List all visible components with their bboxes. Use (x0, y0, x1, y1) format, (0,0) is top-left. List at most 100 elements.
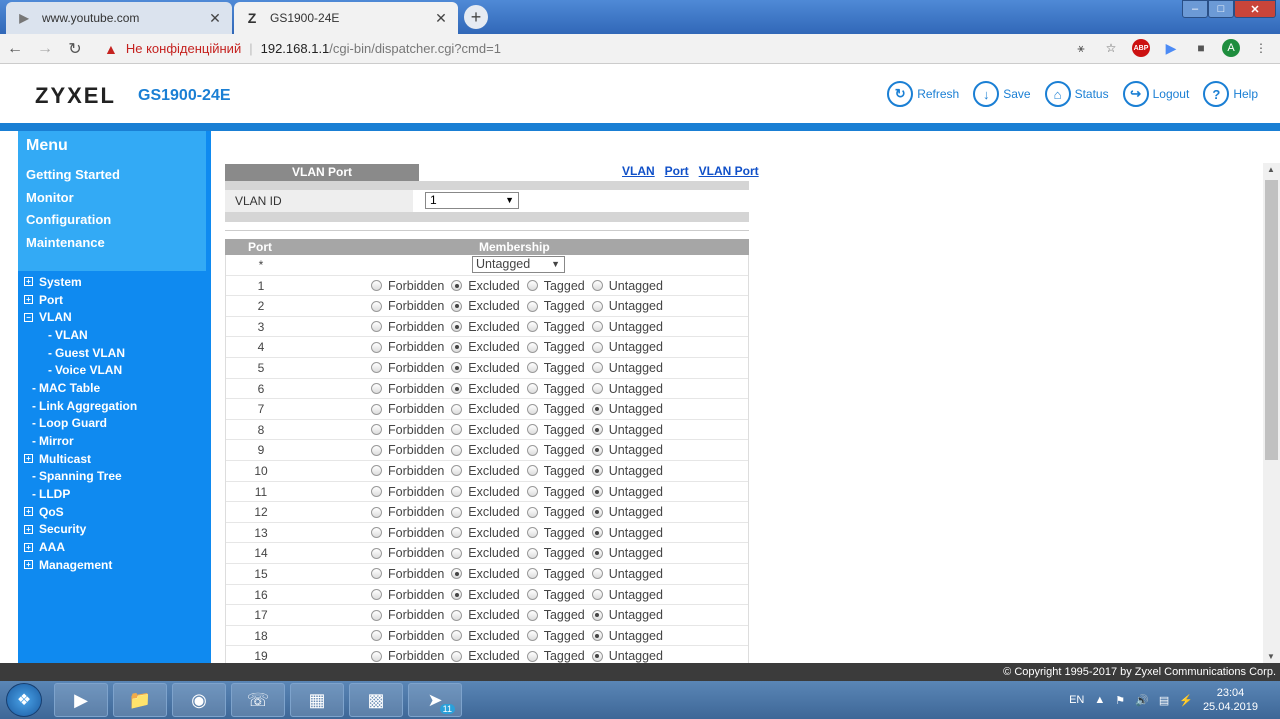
radio-untagged[interactable] (591, 630, 603, 642)
option-tagged[interactable]: Tagged (526, 423, 585, 437)
help-button[interactable]: ? Help (1203, 81, 1258, 107)
sidebar-item-guest-vlan[interactable]: - Guest VLAN (24, 344, 206, 362)
radio-forbidden[interactable] (371, 444, 382, 456)
option-tagged[interactable]: Tagged (526, 402, 585, 416)
scroll-down-icon[interactable]: ▼ (1267, 652, 1275, 661)
sidebar-item-vlan[interactable]: − VLAN (24, 308, 206, 326)
url-field[interactable]: 192.168.1.1/cgi-bin/dispatcher.cgi?cmd=1 (261, 41, 501, 56)
key-icon[interactable]: ⚹ (1072, 39, 1090, 57)
radio-untagged[interactable] (591, 341, 603, 353)
radio-tagged[interactable] (526, 403, 538, 415)
security-warning[interactable]: ▲ Не конфіденційний (104, 41, 241, 57)
clock[interactable]: 23:04 25.04.2019 (1203, 686, 1258, 714)
media-player-icon[interactable]: ▶ (54, 683, 108, 717)
maximize-button[interactable]: □ (1208, 0, 1234, 18)
option-excluded[interactable]: Excluded (451, 361, 520, 375)
option-excluded[interactable]: Excluded (451, 340, 520, 354)
radio-untagged[interactable] (591, 403, 603, 415)
status-button[interactable]: ⌂ Status (1044, 81, 1109, 107)
radio-forbidden[interactable] (371, 486, 382, 498)
radio-untagged[interactable] (591, 424, 603, 436)
radio-untagged[interactable] (591, 321, 603, 333)
option-tagged[interactable]: Tagged (526, 361, 585, 375)
membership-all-select[interactable]: Untagged ▼ (472, 256, 565, 273)
radio-forbidden[interactable] (371, 403, 382, 415)
reload-icon[interactable]: ↻ (60, 39, 90, 59)
tab-vlan-port[interactable]: VLAN Port (225, 164, 419, 181)
radio-forbidden[interactable] (371, 383, 382, 395)
forward-icon[interactable]: → (30, 40, 60, 58)
radio-tagged[interactable] (526, 486, 538, 498)
menu-getting-started[interactable]: Getting Started (26, 167, 120, 182)
radio-tagged[interactable] (526, 589, 538, 600)
radio-tagged[interactable] (526, 424, 538, 436)
profile-avatar[interactable]: A (1222, 39, 1240, 57)
adblock-icon[interactable]: ABP (1132, 39, 1150, 57)
link-port[interactable]: Port (665, 164, 689, 178)
radio-excluded[interactable] (451, 362, 463, 374)
option-untagged[interactable]: Untagged (591, 567, 663, 581)
option-untagged[interactable]: Untagged (591, 629, 663, 643)
option-tagged[interactable]: Tagged (526, 505, 585, 519)
option-forbidden[interactable]: Forbidden (371, 588, 444, 602)
menu-maintenance[interactable]: Maintenance (26, 235, 105, 250)
option-excluded[interactable]: Excluded (451, 567, 520, 581)
radio-tagged[interactable] (526, 362, 538, 374)
back-icon[interactable]: ← (0, 40, 30, 58)
radio-untagged[interactable] (591, 465, 603, 477)
option-untagged[interactable]: Untagged (591, 299, 663, 313)
radio-forbidden[interactable] (371, 650, 382, 662)
sidebar-item-link-aggregation[interactable]: - Link Aggregation (24, 397, 206, 415)
option-forbidden[interactable]: Forbidden (371, 361, 444, 375)
option-untagged[interactable]: Untagged (591, 546, 663, 560)
radio-forbidden[interactable] (371, 321, 382, 333)
radio-excluded[interactable] (451, 280, 463, 292)
radio-tagged[interactable] (526, 444, 538, 456)
option-excluded[interactable]: Excluded (451, 629, 520, 643)
radio-untagged[interactable] (591, 547, 603, 559)
option-tagged[interactable]: Tagged (526, 299, 585, 313)
radio-excluded[interactable] (451, 341, 463, 353)
sidebar-item-aaa[interactable]: + AAA (24, 538, 206, 556)
option-excluded[interactable]: Excluded (451, 546, 520, 560)
option-forbidden[interactable]: Forbidden (371, 340, 444, 354)
radio-excluded[interactable] (451, 465, 463, 477)
star-icon[interactable]: ☆ (1102, 39, 1120, 57)
option-excluded[interactable]: Excluded (451, 402, 520, 416)
option-forbidden[interactable]: Forbidden (371, 546, 444, 560)
expand-icon[interactable]: + (24, 524, 33, 534)
option-excluded[interactable]: Excluded (451, 485, 520, 499)
option-forbidden[interactable]: Forbidden (371, 279, 444, 293)
minimize-button[interactable]: – (1182, 0, 1208, 18)
telegram-icon[interactable]: ➤ 11 (408, 683, 462, 717)
radio-excluded[interactable] (451, 424, 463, 436)
radio-untagged[interactable] (591, 527, 603, 539)
option-forbidden[interactable]: Forbidden (371, 505, 444, 519)
expand-icon[interactable]: + (24, 277, 33, 287)
radio-tagged[interactable] (526, 527, 538, 539)
radio-tagged[interactable] (526, 321, 538, 333)
option-untagged[interactable]: Untagged (591, 382, 663, 396)
radio-forbidden[interactable] (371, 547, 382, 559)
radio-forbidden[interactable] (371, 465, 382, 477)
radio-excluded[interactable] (451, 403, 463, 415)
radio-tagged[interactable] (526, 568, 538, 580)
radio-excluded[interactable] (451, 568, 463, 580)
file-explorer-icon[interactable]: 📁 (113, 683, 167, 717)
option-tagged[interactable]: Tagged (526, 485, 585, 499)
radio-untagged[interactable] (591, 444, 603, 456)
radio-tagged[interactable] (526, 341, 538, 353)
sidebar-item-port[interactable]: + Port (24, 291, 206, 309)
option-forbidden[interactable]: Forbidden (371, 485, 444, 499)
radio-tagged[interactable] (526, 630, 538, 642)
radio-excluded[interactable] (451, 650, 463, 662)
option-forbidden[interactable]: Forbidden (371, 423, 444, 437)
network-icon[interactable]: ▤ (1159, 694, 1169, 707)
option-untagged[interactable]: Untagged (591, 361, 663, 375)
terminal-icon[interactable]: ▩ (349, 683, 403, 717)
option-excluded[interactable]: Excluded (451, 320, 520, 334)
option-tagged[interactable]: Tagged (526, 608, 585, 622)
expand-icon[interactable]: + (24, 454, 33, 464)
sidebar-item-mirror[interactable]: - Mirror (24, 432, 206, 450)
option-untagged[interactable]: Untagged (591, 485, 663, 499)
